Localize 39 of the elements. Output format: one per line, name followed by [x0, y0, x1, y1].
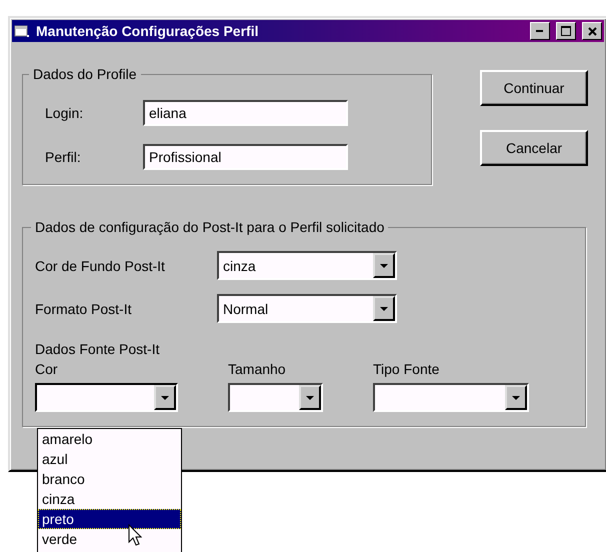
combo-box[interactable]: Normal	[217, 294, 397, 323]
field-label: Cor	[35, 361, 59, 377]
minimize-button[interactable]	[530, 22, 550, 40]
dropdown-arrow-icon	[306, 396, 314, 400]
combo-box[interactable]: cinza	[217, 251, 397, 280]
minimize-icon	[536, 30, 544, 32]
dialog-button[interactable]: Cancelar	[480, 130, 588, 166]
dropdown-arrow-icon	[161, 396, 169, 400]
section-label: Dados Fonte Post-It	[35, 341, 161, 357]
close-icon	[588, 26, 596, 36]
list-item[interactable]: azul	[38, 449, 181, 469]
group-legend: Dados do Profile	[29, 66, 141, 82]
field-label: Perfil:	[45, 149, 82, 165]
maximize-button[interactable]	[556, 22, 576, 40]
list-item[interactable]: amarelo	[38, 429, 181, 449]
list-item[interactable]: verde	[38, 529, 181, 549]
dialog-button[interactable]: Continuar	[480, 70, 588, 106]
list-item[interactable]: cinza	[38, 489, 181, 509]
dropdown-arrow-icon	[512, 396, 520, 400]
combo-box[interactable]	[228, 383, 323, 412]
combo-box[interactable]	[373, 383, 529, 412]
text-field[interactable]: Profissional	[143, 144, 348, 170]
list-item[interactable]: branco	[38, 469, 181, 489]
window-title: Manutenção Configurações Perfil	[36, 23, 260, 39]
field-label: Login:	[45, 105, 84, 121]
group-legend: Dados de configuração do Post-It para o Perfil solicitado	[31, 219, 388, 235]
dropdown-arrow-icon	[380, 306, 388, 310]
list-item[interactable]: preto	[38, 509, 181, 529]
combo-box[interactable]	[35, 383, 178, 412]
dropdown-arrow-icon	[380, 264, 388, 268]
close-button[interactable]	[582, 22, 602, 40]
field-label: Formato Post-It	[35, 300, 132, 316]
field-label: Tamanho	[228, 361, 287, 377]
mouse-pointer-icon	[128, 524, 142, 546]
field-label: Tipo Fonte	[373, 361, 440, 377]
window-icon	[14, 24, 30, 38]
field-label: Cor de Fundo Post-It	[35, 258, 166, 274]
text-field[interactable]: eliana	[143, 100, 348, 126]
maximize-icon	[561, 26, 571, 36]
